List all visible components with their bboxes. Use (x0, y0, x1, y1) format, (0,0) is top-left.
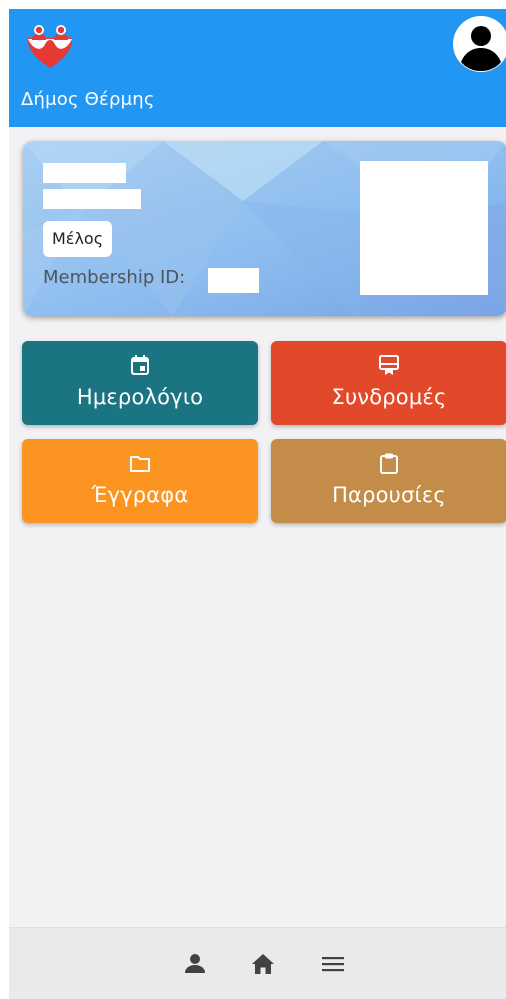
membership-card: Μέλος Membership ID: (23, 141, 506, 316)
account-circle-icon[interactable] (452, 15, 506, 73)
folder-icon (130, 456, 150, 472)
documents-tile[interactable]: Έγγραφα (22, 439, 258, 523)
member-photo-redacted (360, 161, 488, 295)
calendar-icon (131, 355, 149, 375)
name-redacted-line-2 (43, 189, 141, 209)
home-icon[interactable] (249, 950, 277, 978)
subscriptions-label: Συνδρομές (331, 385, 447, 409)
membership-id-redacted (208, 268, 259, 293)
subscriptions-tile[interactable]: Συνδρομές (271, 341, 506, 425)
attendance-tile[interactable]: Παρουσίες (271, 439, 506, 523)
name-redacted-line-1 (43, 163, 126, 183)
people-heart-logo (27, 25, 73, 68)
person-icon[interactable] (181, 950, 209, 978)
menu-icon[interactable] (319, 950, 347, 978)
calendar-tile[interactable]: Ημερολόγιο (22, 341, 258, 425)
clipboard-icon (380, 453, 398, 474)
bottom-navigation (9, 927, 506, 999)
member-badge: Μέλος (43, 221, 113, 257)
membership-id-label: Membership ID: (43, 267, 186, 288)
municipality-title: Δήμος Θέρμης (21, 89, 155, 110)
app-header: Δήμος Θέρμης (9, 9, 506, 127)
calendar-label: Ημερολόγιο (76, 385, 204, 409)
subscription-card-icon (379, 355, 399, 375)
attendance-label: Παρουσίες (332, 483, 446, 507)
app-frame: Δήμος Θέρμης Μέλος Membership ID: Ημερολ… (9, 9, 506, 999)
documents-label: Έγγραφα (91, 483, 189, 507)
